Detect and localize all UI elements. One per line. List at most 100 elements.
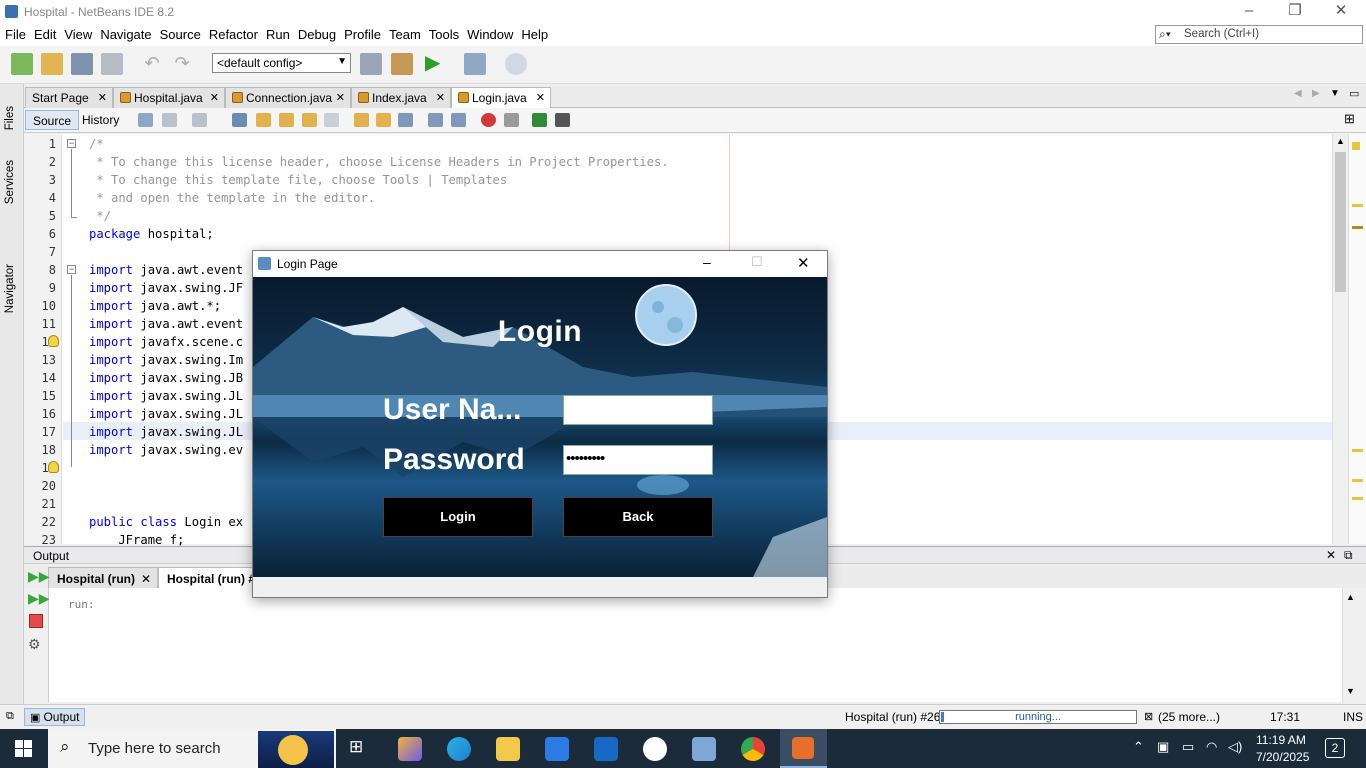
scroll-down-icon[interactable]: ▼ <box>1346 686 1355 696</box>
hint-bulb-icon[interactable] <box>48 335 59 347</box>
minimize-button[interactable]: – <box>1226 0 1272 24</box>
split-editor-icon[interactable]: ⊞ <box>1344 111 1355 127</box>
restore-group-icon[interactable]: ⧉ <box>6 710 14 723</box>
taskbar-search-box[interactable]: ⌕ Type here to search <box>48 729 336 768</box>
shift-left-icon[interactable] <box>428 113 443 127</box>
menu-profile[interactable]: Profile <box>340 24 385 42</box>
open-project-icon[interactable] <box>71 53 93 75</box>
notifications-badge[interactable]: 2 <box>1325 738 1345 758</box>
rerun-icon[interactable]: ▶▶ <box>28 568 50 585</box>
close-button[interactable]: ✕ <box>1318 0 1364 24</box>
shift-right-icon[interactable] <box>451 113 466 127</box>
menu-edit[interactable]: Edit <box>30 24 60 42</box>
search-field[interactable]: ⌕▾ Search (Ctrl+I) <box>1155 25 1363 44</box>
file-explorer-icon[interactable] <box>496 737 520 761</box>
stop-macro-icon[interactable] <box>504 113 519 127</box>
app-a-icon[interactable] <box>643 737 667 761</box>
clean-build-icon[interactable] <box>391 53 413 75</box>
source-view-button[interactable]: Source <box>25 110 80 130</box>
warning-mark[interactable] <box>1352 204 1363 207</box>
start-macro-icon[interactable] <box>481 113 496 127</box>
volume-icon[interactable]: ◁) <box>1228 739 1242 755</box>
toggle-rect-select-icon[interactable] <box>324 113 339 127</box>
find-next-icon[interactable] <box>279 113 294 127</box>
clock-date[interactable]: 7/20/2025 <box>1256 750 1309 764</box>
scroll-up-icon[interactable]: ▲ <box>1346 592 1355 602</box>
copilot-icon[interactable] <box>398 737 422 761</box>
tab-scroll-left-icon[interactable]: ◀ <box>1294 88 1302 99</box>
forward-icon[interactable] <box>192 113 207 127</box>
dialog-maximize-button[interactable]: ☐ <box>751 254 763 270</box>
menu-window[interactable]: Window <box>463 24 517 42</box>
last-edit-icon[interactable] <box>138 113 153 127</box>
show-hidden-icons-icon[interactable]: ⌃ <box>1133 739 1144 755</box>
warning-mark[interactable] <box>1352 479 1363 482</box>
outlook-icon[interactable] <box>594 737 618 761</box>
comment-icon[interactable] <box>532 113 547 127</box>
dialog-close-button[interactable]: ✕ <box>797 254 810 272</box>
save-all-icon[interactable] <box>101 53 123 75</box>
fold-toggle-icon[interactable]: − <box>67 139 76 148</box>
tab-start-page[interactable]: Start Page ✕ <box>25 87 113 108</box>
find-previous-icon[interactable] <box>256 113 271 127</box>
menu-tools[interactable]: Tools <box>425 24 463 42</box>
menu-refactor[interactable]: Refactor <box>205 24 262 42</box>
output-minimized-tab[interactable]: ▣ Output <box>24 708 86 726</box>
output-tab-hospital-run[interactable]: Hospital (run) ✕ <box>48 567 158 588</box>
battery-icon[interactable]: ▭ <box>1182 739 1194 755</box>
tab-connection-java[interactable]: Connection.java ✕ <box>225 87 351 108</box>
scrollbar-thumb[interactable] <box>1335 152 1346 292</box>
edge-browser-icon[interactable] <box>447 737 471 761</box>
toggle-bookmark-icon[interactable] <box>398 113 413 127</box>
find-icon[interactable] <box>232 113 247 127</box>
clock-time[interactable]: 11:19 AM <box>1256 733 1306 747</box>
username-input[interactable] <box>563 395 713 425</box>
password-input[interactable]: ••••••••• <box>563 445 713 475</box>
background-tasks-icon[interactable]: ⊠ <box>1144 710 1153 723</box>
menu-view[interactable]: View <box>60 24 96 42</box>
back-icon[interactable] <box>162 113 177 127</box>
webcam-icon[interactable]: ▣ <box>1157 739 1169 755</box>
tab-login-java[interactable]: Login.java ✕ <box>451 87 551 108</box>
history-view-button[interactable]: History <box>75 110 126 130</box>
menu-run[interactable]: Run <box>262 24 294 42</box>
tab-list-icon[interactable]: ▼ <box>1330 88 1340 99</box>
close-icon[interactable]: ✕ <box>436 91 445 104</box>
close-icon[interactable]: ✕ <box>210 91 219 104</box>
fold-toggle-icon[interactable]: − <box>67 265 76 274</box>
side-tab-services[interactable]: Services <box>4 160 16 204</box>
microsoft-store-icon[interactable] <box>545 737 569 761</box>
rerun-with-params-icon[interactable]: ▶▶ <box>28 590 50 607</box>
new-file-icon[interactable] <box>11 53 33 75</box>
warning-mark[interactable] <box>1352 449 1363 452</box>
output-scrollbar[interactable]: ▲ ▼ <box>1342 588 1358 702</box>
stop-icon[interactable] <box>29 614 43 628</box>
close-icon[interactable]: ✕ <box>141 572 151 586</box>
windows-start-icon[interactable] <box>15 740 32 757</box>
tab-scroll-right-icon[interactable]: ▶ <box>1312 88 1320 99</box>
run-icon[interactable]: ▶ <box>425 53 447 75</box>
uncomment-icon[interactable] <box>555 113 570 127</box>
output-console[interactable]: run: <box>49 588 1342 702</box>
config-select[interactable]: <default config> ▼ <box>212 53 351 73</box>
undo-icon[interactable]: ↶ <box>141 53 163 75</box>
warning-mark[interactable] <box>1352 497 1363 500</box>
chrome-icon[interactable] <box>741 737 765 761</box>
menu-navigate[interactable]: Navigate <box>96 24 155 42</box>
virtualbox-icon[interactable] <box>692 737 716 761</box>
side-tab-navigator[interactable]: Navigator <box>4 264 16 313</box>
menu-file[interactable]: File <box>1 24 30 42</box>
build-icon[interactable] <box>360 53 382 75</box>
more-tasks[interactable]: (25 more...) <box>1158 710 1220 724</box>
redo-icon[interactable]: ↷ <box>171 53 193 75</box>
close-icon[interactable]: ✕ <box>336 91 345 104</box>
profile-icon[interactable] <box>505 53 527 75</box>
warning-summary-icon[interactable] <box>1352 142 1360 150</box>
toggle-highlight-icon[interactable] <box>302 113 317 127</box>
restore-button[interactable]: ❐ <box>1272 0 1318 24</box>
process-name[interactable]: Hospital (run) #26 <box>845 710 940 724</box>
menu-debug[interactable]: Debug <box>294 24 340 42</box>
caret-mark[interactable] <box>1352 226 1363 229</box>
close-output-icon[interactable]: ✕ <box>1326 548 1336 562</box>
close-icon[interactable]: ✕ <box>536 91 545 104</box>
